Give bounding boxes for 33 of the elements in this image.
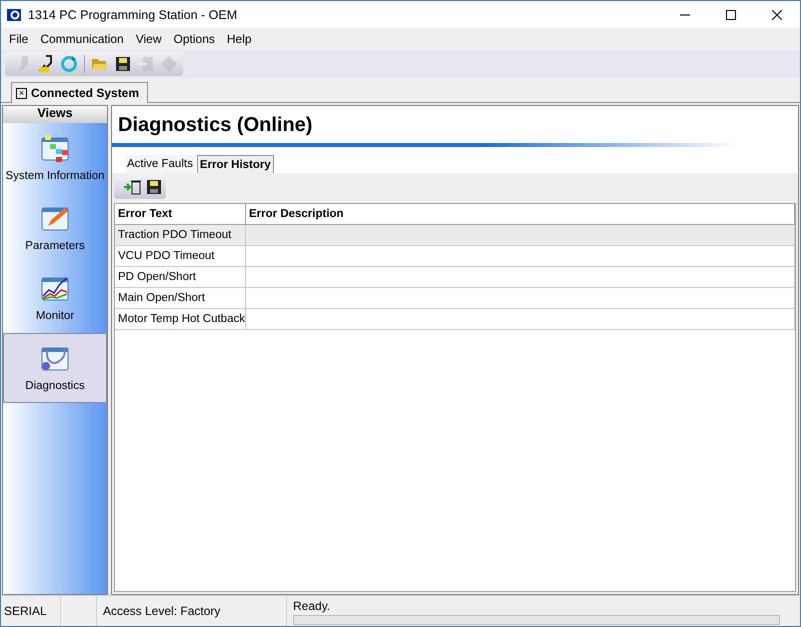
- sidebar-item[interactable]: Parameters: [3, 193, 107, 263]
- close-icon[interactable]: ×: [16, 88, 27, 98]
- save-icon[interactable]: [115, 56, 131, 72]
- sidebar-title: Views: [3, 106, 107, 123]
- maximize-icon: [726, 10, 736, 20]
- access-status: Access Level: Factory: [97, 596, 287, 626]
- table-cell: Main Open/Short: [115, 288, 246, 309]
- document-tab[interactable]: × Connected System: [11, 82, 148, 103]
- connect-icon[interactable]: [37, 55, 55, 73]
- refresh-icon[interactable]: [60, 55, 78, 73]
- sidebar-item[interactable]: Diagnostics: [3, 333, 107, 403]
- sidebar-item[interactable]: Monitor: [3, 263, 107, 333]
- menu-item[interactable]: Communication: [34, 32, 130, 46]
- table-cell: Motor Temp Hot Cutback: [115, 309, 246, 330]
- app-icon: [7, 8, 21, 20]
- menu-item[interactable]: Options: [168, 32, 221, 46]
- clear-icon[interactable]: [124, 179, 142, 195]
- hierarchy-icon: [40, 134, 70, 164]
- status-message: Ready.: [293, 599, 332, 613]
- page-heading: Diagnostics (Online): [117, 113, 314, 138]
- menu-item[interactable]: Help: [220, 32, 258, 46]
- window-title: 1314 PC Programming Station - OEM: [28, 8, 238, 22]
- tab[interactable]: Error History: [196, 155, 274, 173]
- sidebar-item[interactable]: System Information: [3, 123, 107, 193]
- table-cell: PD Open/Short: [115, 267, 246, 288]
- table-cell: Traction PDO Timeout: [115, 225, 246, 246]
- menu-item[interactable]: File: [3, 32, 34, 46]
- menu-item[interactable]: View: [130, 32, 168, 46]
- close-icon: [772, 10, 782, 20]
- port-status: SERIAL: [1, 596, 61, 626]
- save-icon[interactable]: [146, 179, 162, 195]
- table-cell: VCU PDO Timeout: [115, 246, 246, 267]
- tab[interactable]: Active Faults: [126, 155, 195, 173]
